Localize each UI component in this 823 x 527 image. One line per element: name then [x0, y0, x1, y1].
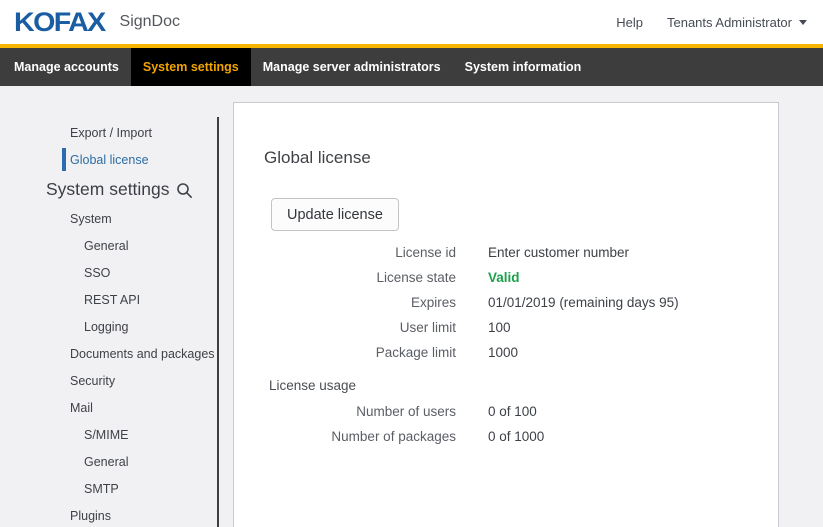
- global-license-panel: Global license Update license License id…: [233, 102, 779, 527]
- page-title: Global license: [264, 148, 371, 168]
- sidebar-item-smime[interactable]: S/MIME: [0, 421, 217, 448]
- sidebar-item-mail[interactable]: Mail: [0, 394, 217, 421]
- caret-down-icon: [799, 20, 807, 25]
- field-value: Enter customer number: [488, 242, 629, 263]
- field-label: Expires: [234, 292, 456, 313]
- main-nav: Manage accounts System settings Manage s…: [0, 48, 823, 86]
- field-row-package-limit: Package limit 1000: [234, 342, 778, 363]
- nav-item-manage-accounts[interactable]: Manage accounts: [2, 48, 131, 86]
- sidebar-item-general[interactable]: General: [0, 232, 217, 259]
- field-row-license-id: License id Enter customer number: [234, 242, 778, 263]
- sidebar-section-title-label: System settings: [46, 179, 170, 200]
- field-value: 100: [488, 317, 511, 338]
- nav-item-system-information[interactable]: System information: [453, 48, 594, 86]
- sidebar-item-mail-general[interactable]: General: [0, 448, 217, 475]
- sidebar-item-rest-api[interactable]: REST API: [0, 286, 217, 313]
- field-label: License id: [234, 242, 456, 263]
- kofax-logo: KOFAX: [14, 7, 105, 38]
- field-value: 0 of 100: [488, 401, 537, 422]
- sidebar-item-global-license[interactable]: Global license: [0, 146, 217, 173]
- field-value: 0 of 1000: [488, 426, 544, 447]
- user-menu[interactable]: Tenants Administrator: [667, 15, 807, 30]
- field-row-expires: Expires 01/01/2019 (remaining days 95): [234, 292, 778, 313]
- license-state-badge: Valid: [488, 267, 520, 288]
- update-license-button[interactable]: Update license: [271, 198, 399, 231]
- license-usage-heading: License usage: [269, 375, 778, 396]
- sidebar-item-label: Global license: [70, 153, 149, 167]
- field-value: 1000: [488, 342, 518, 363]
- header-actions: Help Tenants Administrator: [616, 15, 807, 30]
- sidebar-divider: [217, 117, 219, 527]
- sidebar-item-system[interactable]: System: [0, 205, 217, 232]
- sidebar-item-plugins[interactable]: Plugins: [0, 502, 217, 527]
- sidebar-item-security[interactable]: Security: [0, 367, 217, 394]
- sidebar-section-title: System settings: [0, 174, 217, 204]
- field-label: Package limit: [234, 342, 456, 363]
- field-row-number-of-packages: Number of packages 0 of 1000: [234, 426, 778, 447]
- selected-indicator: [62, 148, 66, 171]
- content-area: Export / Import Global license System se…: [0, 86, 823, 527]
- nav-item-system-settings[interactable]: System settings: [131, 48, 251, 86]
- help-link[interactable]: Help: [616, 15, 643, 30]
- field-label: License state: [234, 267, 456, 288]
- sidebar-item-smtp[interactable]: SMTP: [0, 475, 217, 502]
- field-row-number-of-users: Number of users 0 of 100: [234, 401, 778, 422]
- field-row-user-limit: User limit 100: [234, 317, 778, 338]
- sidebar-item-documents-and-packages[interactable]: Documents and packages: [0, 340, 217, 367]
- settings-sidebar: Export / Import Global license System se…: [0, 119, 217, 527]
- field-label: Number of packages: [234, 426, 456, 447]
- field-row-license-state: License state Valid: [234, 267, 778, 288]
- user-menu-label: Tenants Administrator: [667, 15, 792, 30]
- field-value: 01/01/2019 (remaining days 95): [488, 292, 679, 313]
- search-icon[interactable]: [176, 182, 193, 199]
- field-label: Number of users: [234, 401, 456, 422]
- nav-item-manage-server-administrators[interactable]: Manage server administrators: [251, 48, 453, 86]
- product-title: SignDoc: [120, 13, 180, 31]
- sidebar-item-sso[interactable]: SSO: [0, 259, 217, 286]
- sidebar-item-export-import[interactable]: Export / Import: [0, 119, 217, 146]
- field-label: User limit: [234, 317, 456, 338]
- sidebar-item-logging[interactable]: Logging: [0, 313, 217, 340]
- license-details: License id Enter customer number License…: [234, 242, 778, 451]
- app-header: KOFAX SignDoc Help Tenants Administrator: [0, 0, 823, 44]
